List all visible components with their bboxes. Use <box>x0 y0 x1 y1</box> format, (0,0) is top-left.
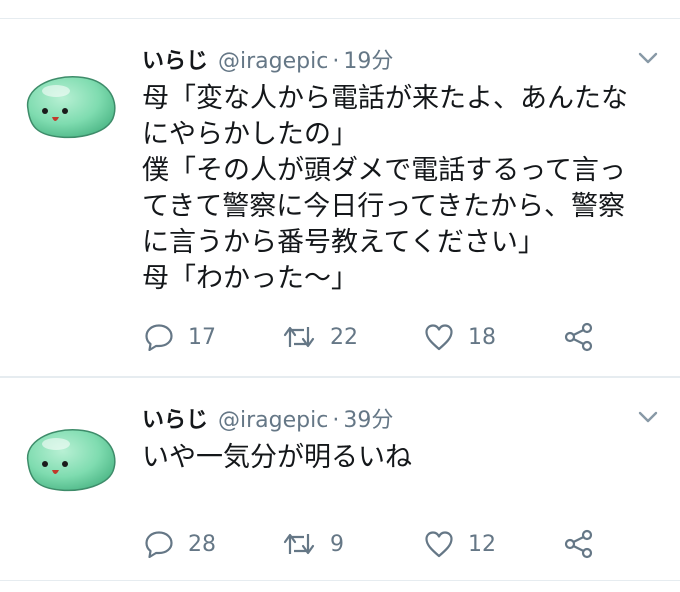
like-button[interactable]: 18 <box>424 321 496 353</box>
like-count: 18 <box>468 324 496 350</box>
tweet[interactable]: いらじ @iragepic · 19分 母「変な人から電話が来たよ、あんたな に… <box>0 19 680 376</box>
share-button[interactable] <box>564 321 594 353</box>
share-button[interactable] <box>564 528 594 560</box>
reply-button[interactable]: 28 <box>144 528 216 560</box>
tweet-text-line: 母「変な人から電話が来たよ、あんたな <box>142 83 628 114</box>
tweet-text-line: いや一気分が明るいね <box>142 442 412 473</box>
tweet-text-line: てきて警察に今日行ってきたから、警察 <box>142 191 626 222</box>
share-icon <box>564 529 593 559</box>
heart-icon <box>425 531 453 558</box>
separator-dot: · <box>332 408 340 433</box>
author-name[interactable]: いらじ <box>142 402 208 434</box>
tweet-header: いらじ @iragepic · 19分 <box>142 43 393 77</box>
reply-count: 17 <box>188 324 216 350</box>
tweet-text: いや一気分が明るいね <box>142 440 662 476</box>
avatar[interactable] <box>20 422 120 494</box>
tweet-text-line: に言うから番号教えてください」 <box>142 227 545 258</box>
reply-button[interactable]: 17 <box>144 321 216 353</box>
divider <box>0 580 680 581</box>
heart-icon <box>425 324 453 351</box>
like-count: 12 <box>468 531 496 557</box>
chevron-down-icon[interactable] <box>638 51 658 65</box>
tweet-text-line: 僕「その人が頭ダメで電話するって言っ <box>142 155 626 186</box>
tweet-text: 母「変な人から電話が来たよ、あんたな にやらかしたの」 僕「その人が頭ダメで電話… <box>142 81 662 297</box>
tweet-text-line: にやらかしたの」 <box>142 119 358 150</box>
tweet[interactable]: いらじ @iragepic · 39分 いや一気分が明るいね 28 9 12 <box>0 378 680 580</box>
retweet-count: 22 <box>330 324 358 350</box>
retweet-icon <box>283 533 315 555</box>
separator-dot: · <box>332 49 340 74</box>
author-handle[interactable]: @iragepic <box>218 49 328 74</box>
timestamp[interactable]: 19分 <box>343 43 393 75</box>
tweet-header: いらじ @iragepic · 39分 <box>142 402 393 436</box>
retweet-count: 9 <box>330 531 344 557</box>
chevron-down-icon[interactable] <box>638 410 658 424</box>
tweet-text-line: 母「わかった〜」 <box>142 263 358 294</box>
retweet-icon <box>283 326 315 348</box>
reply-count: 28 <box>188 531 216 557</box>
retweet-button[interactable]: 22 <box>282 321 358 353</box>
reply-icon <box>145 324 173 351</box>
reply-icon <box>145 531 173 558</box>
author-name[interactable]: いらじ <box>142 43 208 75</box>
share-icon <box>564 322 593 352</box>
retweet-button[interactable]: 9 <box>282 528 344 560</box>
like-button[interactable]: 12 <box>424 528 496 560</box>
author-handle[interactable]: @iragepic <box>218 408 328 433</box>
timestamp[interactable]: 39分 <box>343 402 393 434</box>
tweet-actions: 17 22 18 <box>144 321 614 353</box>
avatar[interactable] <box>20 69 120 141</box>
tweet-actions: 28 9 12 <box>144 528 614 560</box>
